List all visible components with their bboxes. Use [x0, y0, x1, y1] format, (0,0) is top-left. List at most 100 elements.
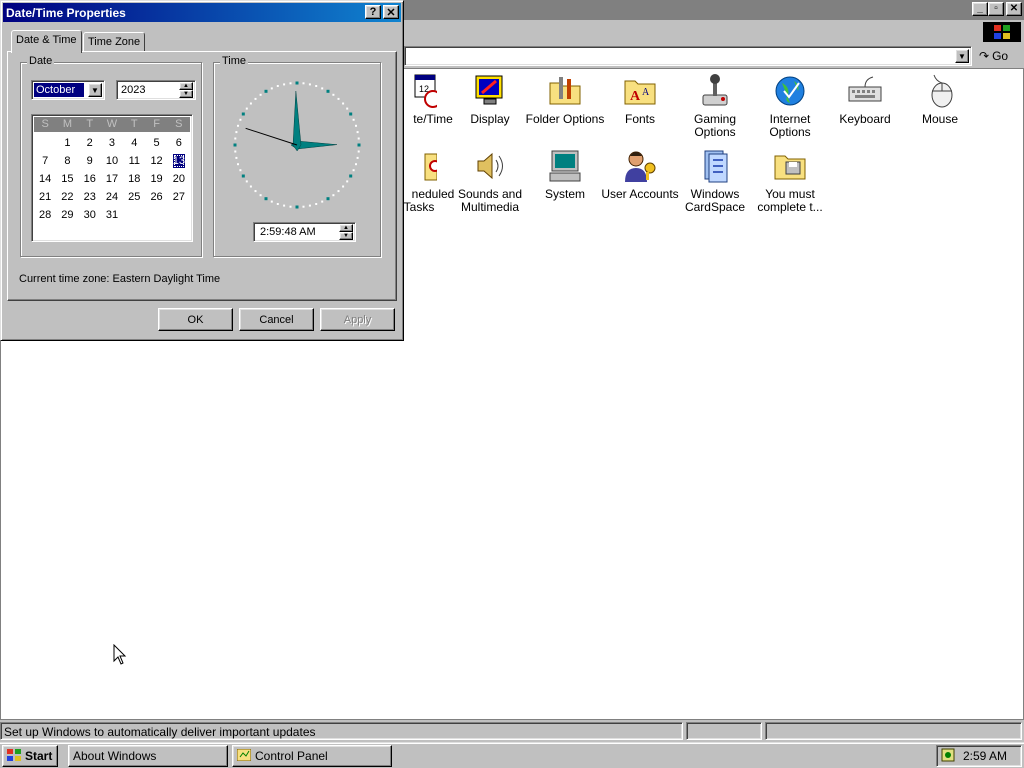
close-window-button[interactable]: ✕: [1006, 2, 1022, 16]
calendar-day[interactable]: 10: [101, 152, 123, 170]
start-button[interactable]: Start: [2, 745, 58, 767]
clock-hour-mark: [295, 81, 299, 85]
dialog-close-button[interactable]: ✕: [383, 5, 399, 19]
calendar-day[interactable]: 18: [123, 170, 145, 188]
joystick-icon: [697, 73, 733, 109]
calendar-day[interactable]: 12: [145, 152, 167, 170]
tab-date-time[interactable]: Date & Time: [11, 30, 82, 53]
calendar-day[interactable]: 26: [145, 188, 167, 206]
time-down-button[interactable]: ▼: [339, 232, 353, 240]
user-accounts-applet[interactable]: User Accounts: [600, 148, 680, 201]
calendar-day[interactable]: 25: [123, 188, 145, 206]
calendar-day[interactable]: 6: [168, 134, 190, 152]
clock-hour-mark: [326, 197, 330, 201]
weekday-header: S: [41, 118, 49, 130]
control-panel-icon: [236, 748, 252, 764]
ok-button[interactable]: OK: [158, 308, 233, 331]
display-applet[interactable]: Display: [450, 73, 530, 126]
clock-hour-mark: [241, 174, 245, 178]
clock-minute-mark: [346, 107, 349, 110]
fonts-applet[interactable]: AA Fonts: [600, 73, 680, 126]
restore-button[interactable]: ▫: [988, 2, 1004, 16]
address-dropdown-button[interactable]: ▼: [955, 49, 969, 63]
clock-minute-mark: [239, 118, 242, 121]
svg-text:A: A: [642, 87, 650, 98]
calendar-day[interactable]: 7: [34, 152, 56, 170]
year-down-button[interactable]: ▼: [179, 90, 193, 98]
sounds-multimedia-applet[interactable]: Sounds and Multimedia: [450, 148, 530, 214]
calendar-day[interactable]: 28: [34, 206, 56, 224]
calendar-day[interactable]: 9: [79, 152, 101, 170]
address-input[interactable]: ▼: [404, 46, 972, 66]
calendar: SMTWTFS 1 2 3 4 5 6 7 8 9 10 11 12 13 14 15 16 17 18 19 20 2…: [31, 114, 193, 242]
internet-options-applet[interactable]: Internet Options: [750, 73, 830, 139]
cancel-button[interactable]: Cancel: [239, 308, 314, 331]
calendar-day[interactable]: 3: [101, 134, 123, 152]
minimize-button[interactable]: _: [972, 2, 988, 16]
mouse-applet[interactable]: Mouse: [900, 73, 980, 126]
go-button[interactable]: ↷ Go: [979, 47, 1021, 65]
clock-minute-mark: [249, 102, 252, 105]
windows-cardspace-applet[interactable]: Windows CardSpace: [675, 148, 755, 214]
calendar-day[interactable]: 5: [145, 134, 167, 152]
calendar-day[interactable]: 21: [34, 188, 56, 206]
calendar-day[interactable]: 29: [56, 206, 78, 224]
keyboard-applet[interactable]: Keyboard: [825, 73, 905, 126]
calendar-day[interactable]: 20: [168, 170, 190, 188]
taskbar-item-about-windows[interactable]: About Windows: [68, 745, 228, 767]
month-select[interactable]: October ▼: [31, 80, 105, 100]
calendar-day[interactable]: 22: [56, 188, 78, 206]
calendar-day[interactable]: 23: [79, 188, 101, 206]
taskbar-item-control-panel[interactable]: Control Panel: [232, 745, 392, 767]
time-spinner[interactable]: 2:59:48 AM ▲ ▼: [253, 222, 356, 242]
clock-minute-mark: [315, 85, 318, 87]
clock-minute-mark: [321, 87, 324, 90]
close-icon: ✕: [386, 6, 396, 19]
calendar-clock-icon: 12: [401, 73, 442, 109]
globe-icon: [772, 73, 808, 109]
calendar-day[interactable]: 11: [123, 152, 145, 170]
clock-minute-mark: [289, 82, 292, 85]
system-applet[interactable]: System: [525, 148, 605, 201]
clock-minute-mark: [270, 200, 273, 203]
calendar-day[interactable]: 17: [101, 170, 123, 188]
calendar-day[interactable]: 15: [56, 170, 78, 188]
gaming-options-applet[interactable]: Gaming Options: [675, 73, 755, 139]
dialog-titlebar[interactable]: Date/Time Properties ? ✕: [3, 3, 401, 22]
tab-time-zone[interactable]: Time Zone: [83, 32, 146, 52]
calendar-day[interactable]: 19: [145, 170, 167, 188]
calendar-day[interactable]: 30: [79, 206, 101, 224]
applet-label: System: [544, 187, 585, 201]
system-tray: 2:59 AM: [936, 745, 1022, 767]
go-label: Go: [992, 49, 1009, 63]
incomplete-applet[interactable]: You must complete t...: [750, 148, 830, 214]
calendar-day[interactable]: 8: [56, 152, 78, 170]
year-spinner[interactable]: 2023 ▲ ▼: [116, 80, 196, 100]
tray-network-icon[interactable]: [941, 748, 955, 765]
calendar-day[interactable]: 1: [56, 134, 78, 152]
calendar-day[interactable]: 31: [101, 206, 123, 224]
calendar-day[interactable]: 24: [101, 188, 123, 206]
calendar-day[interactable]: 14: [34, 170, 56, 188]
clock-hour-mark: [264, 197, 268, 201]
calendar-day[interactable]: 16: [79, 170, 101, 188]
clock-minute-mark: [356, 131, 359, 134]
time-up-button[interactable]: ▲: [339, 224, 353, 232]
taskbar-item-label: Control Panel: [255, 749, 328, 763]
clock-minute-mark: [315, 203, 318, 205]
tray-clock[interactable]: 2:59 AM: [963, 749, 1007, 763]
calendar-day[interactable]: 13: [172, 154, 185, 168]
help-button[interactable]: ?: [365, 5, 381, 19]
date-group-label: Date: [27, 55, 55, 67]
year-up-button[interactable]: ▲: [179, 82, 193, 90]
calendar-day[interactable]: 4: [123, 134, 145, 152]
apply-button[interactable]: Apply: [320, 308, 395, 331]
calendar-day[interactable]: 2: [79, 134, 101, 152]
clock-minute-mark: [357, 150, 360, 153]
month-dropdown-button[interactable]: ▼: [88, 83, 102, 97]
calendar-day[interactable]: 27: [168, 188, 190, 206]
clock-minute-mark: [302, 82, 305, 85]
folder-options-applet[interactable]: Folder Options: [525, 73, 605, 126]
clock-minute-mark: [352, 169, 355, 172]
folder-disk-icon: [772, 148, 808, 184]
